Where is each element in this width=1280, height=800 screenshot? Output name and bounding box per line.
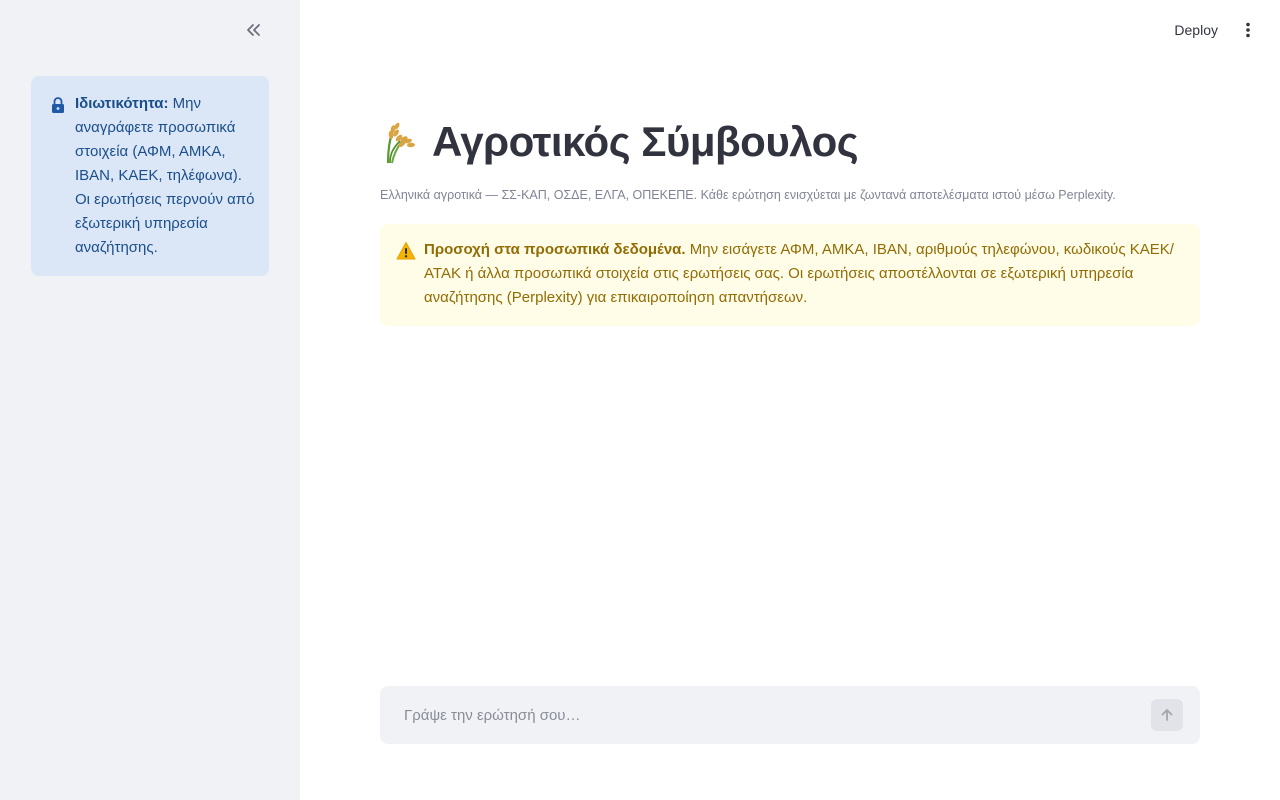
deploy-button[interactable]: Deploy [1170, 18, 1222, 42]
page-caption: Ελληνικά αγροτικά — ΣΣ-ΚΑΠ, ΟΣΔΕ, ΕΛΓΑ, … [380, 188, 1116, 202]
privacy-warning-box: Προσοχή στα προσωπικά δεδομένα. Μην εισά… [380, 224, 1200, 326]
vertical-dots-icon [1246, 22, 1250, 38]
privacy-warning-text: Προσοχή στα προσωπικά δεδομένα. Μην εισά… [424, 238, 1184, 312]
privacy-label: Ιδιωτικότητα: [75, 95, 169, 112]
privacy-message: Μην αναγράφετε προσωπικά στοιχεία (ΑΦΜ, … [75, 95, 255, 256]
main-area: Deploy Αγροτικός Σύμβουλος Ελληνικά αγρο… [300, 0, 1280, 800]
page-title: Αγροτικός Σύμβουλος [432, 118, 859, 165]
chat-input-container [380, 686, 1200, 744]
send-button[interactable] [1151, 699, 1183, 731]
warning-label: Προσοχή στα προσωπικά δεδομένα. [424, 241, 686, 258]
app-header: Deploy [300, 0, 1280, 60]
warning-icon [396, 242, 416, 260]
sidebar: Ιδιωτικότητα: Μην αναγράφετε προσωπικά σ… [0, 0, 300, 800]
main-menu-button[interactable] [1236, 18, 1260, 42]
page-title-row: Αγροτικός Σύμβουλος [380, 114, 859, 170]
lock-icon [52, 97, 64, 113]
privacy-info-text: Ιδιωτικότητα: Μην αναγράφετε προσωπικά σ… [75, 92, 255, 260]
privacy-info-box: Ιδιωτικότητα: Μην αναγράφετε προσωπικά σ… [31, 76, 269, 276]
chat-input[interactable] [404, 686, 1124, 744]
arrow-up-icon [1161, 709, 1173, 721]
double-chevron-left-icon [247, 24, 260, 36]
rice-sheaf-icon [386, 122, 415, 164]
collapse-sidebar-button[interactable] [240, 18, 266, 42]
